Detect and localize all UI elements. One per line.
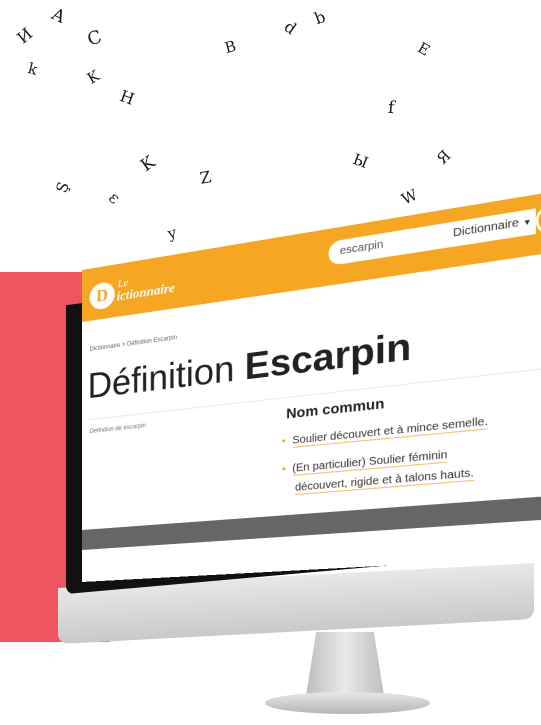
flying-letter: d — [280, 16, 301, 39]
flying-letter: Ы — [350, 150, 371, 173]
flying-letter: B — [222, 36, 239, 58]
flying-letter: W — [398, 185, 421, 209]
flying-letter: k — [25, 59, 40, 79]
search-button[interactable] — [535, 200, 541, 237]
flying-letter: b — [311, 6, 329, 29]
flying-letter: f — [387, 97, 396, 119]
bullet-icon: • — [281, 435, 286, 448]
title-prefix: Définition — [87, 348, 235, 407]
definition-label: Définition de escarpin — [89, 423, 146, 436]
page-title: Définition Escarpin — [88, 325, 412, 408]
flying-letter: C — [84, 26, 105, 51]
flying-letter: A — [48, 4, 69, 28]
flying-letter: ε — [105, 187, 124, 208]
dictionary-select[interactable]: Dictionnaire ▼ — [445, 208, 536, 248]
flying-letter: Я — [433, 146, 455, 168]
flying-letter: y — [165, 223, 179, 243]
title-word: Escarpin — [244, 324, 412, 388]
caret-down-icon: ▼ — [522, 218, 532, 228]
flying-letter: Ş — [52, 179, 73, 196]
part-of-speech-heading: Nom commun — [286, 394, 385, 422]
screen-footer-bar — [82, 494, 541, 550]
breadcrumb[interactable]: Dictionnaire > Définition Escarpin — [90, 335, 177, 353]
search-input[interactable]: escarpin — [328, 223, 446, 266]
flying-letter: Z — [198, 167, 213, 188]
definition-item: • Soulier découvert et à mince semelle. — [281, 415, 488, 449]
flying-letter: И — [13, 23, 37, 48]
definition-text[interactable]: Soulier découvert et à mince semelle. — [292, 415, 488, 449]
bullet-icon: • — [281, 463, 286, 476]
flying-letter: E — [414, 38, 433, 60]
site-logo[interactable]: D — [89, 280, 115, 311]
flying-letter: K — [84, 66, 103, 88]
flying-letter: K — [137, 152, 160, 176]
flying-letter: H — [117, 86, 137, 109]
imac-stand-base — [265, 692, 430, 714]
dictionary-select-label: Dictionnaire — [452, 216, 519, 240]
